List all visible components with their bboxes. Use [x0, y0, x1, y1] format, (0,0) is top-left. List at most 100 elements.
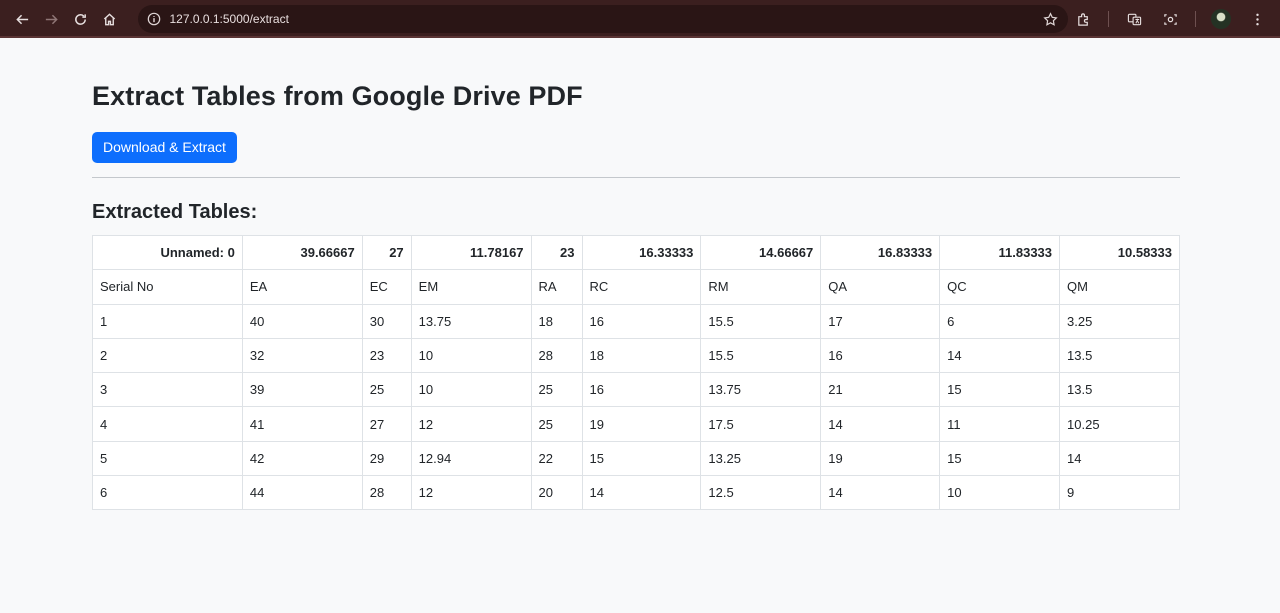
column-header: 23	[530, 234, 583, 271]
translate-icon[interactable]	[1119, 4, 1149, 34]
table-cell: EM	[410, 269, 532, 305]
table-cell: 9	[1059, 475, 1180, 511]
table-row: 6 44 28 12 20 14 12.5 14 10 9	[92, 475, 1180, 511]
table-cell: 40	[241, 303, 363, 339]
extensions-icon[interactable]	[1068, 4, 1098, 34]
table-cell: 14	[1059, 440, 1180, 477]
table-cell: 12.5	[700, 475, 822, 511]
table-cell: 16	[820, 337, 941, 374]
table-cell: 15	[939, 372, 1061, 408]
table-cell: 21	[820, 372, 941, 408]
table-cell: RA	[530, 269, 583, 305]
table-cell: 18	[581, 337, 702, 374]
avatar	[1211, 9, 1231, 29]
table-cell: 19	[581, 406, 702, 442]
table-cell: 11	[939, 406, 1061, 442]
column-header: 16.33333	[581, 234, 702, 271]
download-extract-button[interactable]: Download & Extract	[92, 132, 237, 163]
table-cell: 15.5	[700, 337, 822, 374]
table-cell: 15	[939, 440, 1061, 477]
toolbar-divider	[1108, 11, 1109, 27]
table-cell: EA	[241, 269, 363, 305]
table-cell: 17	[820, 303, 941, 339]
toolbar-divider	[1195, 11, 1196, 27]
table-cell: 14	[820, 406, 941, 442]
column-header: Unnamed: 0	[92, 234, 243, 271]
table-cell: 27	[361, 406, 412, 442]
table-cell: 17.5	[700, 406, 822, 442]
table-cell: 28	[530, 337, 583, 374]
table-cell: Serial No	[92, 269, 243, 305]
table-cell: 6	[939, 303, 1061, 339]
site-info-icon[interactable]	[146, 11, 162, 27]
column-header: 11.83333	[939, 234, 1061, 271]
column-header: 11.78167	[410, 234, 532, 271]
page-title: Extract Tables from Google Drive PDF	[92, 81, 583, 111]
bookmark-star-icon[interactable]	[1042, 11, 1060, 27]
browser-toolbar: 127.0.0.1:5000/extract	[0, 0, 1280, 38]
table-cell: 6	[92, 475, 243, 511]
back-arrow-icon[interactable]	[8, 4, 37, 34]
table-cell: RM	[700, 269, 822, 305]
table-cell: 29	[361, 440, 412, 477]
section-title: Extracted Tables:	[92, 201, 258, 223]
table-cell: 32	[241, 337, 363, 374]
table-cell: 42	[241, 440, 363, 477]
extracted-table: Unnamed: 0 39.66667 27 11.78167 23 16.33…	[92, 234, 1180, 511]
table-cell: 18	[530, 303, 583, 339]
table-cell: 13.25	[700, 440, 822, 477]
table-cell: 14	[581, 475, 702, 511]
table-cell: 41	[241, 406, 363, 442]
table-cell: 19	[820, 440, 941, 477]
table-cell: 12	[410, 406, 532, 442]
table-row: 2 32 23 10 28 18 15.5 16 14 13.5	[92, 337, 1180, 374]
table-cell: 28	[361, 475, 412, 511]
table-cell: 10.25	[1059, 406, 1180, 442]
table-cell: 3	[92, 372, 243, 408]
table-cell: QM	[1059, 269, 1180, 305]
table-cell: 13.75	[410, 303, 532, 339]
table-cell: 3.25	[1059, 303, 1180, 339]
table-cell: 5	[92, 440, 243, 477]
table-cell: 4	[92, 406, 243, 442]
table-cell: 15.5	[700, 303, 822, 339]
table-cell: 10	[410, 337, 532, 374]
table-cell: 10	[410, 372, 532, 408]
table-row: 5 42 29 12.94 22 15 13.25 19 15 14	[92, 440, 1180, 477]
home-icon[interactable]	[95, 4, 124, 34]
table-cell: 23	[361, 337, 412, 374]
reload-icon[interactable]	[66, 4, 95, 34]
column-header: 39.66667	[241, 234, 363, 271]
table-cell: 12.94	[410, 440, 532, 477]
table-cell: 25	[361, 372, 412, 408]
table-cell: QC	[939, 269, 1061, 305]
profile-avatar[interactable]	[1206, 4, 1236, 34]
table-cell: 44	[241, 475, 363, 511]
screenshot-lens-icon[interactable]	[1155, 4, 1185, 34]
table-cell: 12	[410, 475, 532, 511]
table-cell: 14	[820, 475, 941, 511]
table-cell: 39	[241, 372, 363, 408]
address-bar[interactable]: 127.0.0.1:5000/extract	[137, 5, 1068, 33]
table-row: 3 39 25 10 25 16 13.75 21 15 13.5	[92, 372, 1180, 408]
table-cell: 10	[939, 475, 1061, 511]
table-header-row: Unnamed: 0 39.66667 27 11.78167 23 16.33…	[92, 234, 1180, 271]
table-cell: 2	[92, 337, 243, 374]
table-cell: 16	[581, 303, 702, 339]
divider	[92, 177, 1180, 178]
table-row: 4 41 27 12 25 19 17.5 14 11 10.25	[92, 406, 1180, 442]
column-header: 27	[361, 234, 412, 271]
table-cell: 15	[581, 440, 702, 477]
page-content: Extract Tables from Google Drive PDF Dow…	[92, 38, 1180, 511]
table-cell: 13.5	[1059, 337, 1180, 374]
column-header: 10.58333	[1059, 234, 1180, 271]
forward-arrow-icon[interactable]	[37, 4, 66, 34]
table-cell: 30	[361, 303, 412, 339]
column-header: 14.66667	[700, 234, 822, 271]
table-cell: RC	[581, 269, 702, 305]
table-cell: 13.75	[700, 372, 822, 408]
table-cell: 20	[530, 475, 583, 511]
url-text[interactable]: 127.0.0.1:5000/extract	[170, 12, 1042, 26]
table-cell: 14	[939, 337, 1061, 374]
menu-kebab-icon[interactable]	[1242, 4, 1272, 34]
